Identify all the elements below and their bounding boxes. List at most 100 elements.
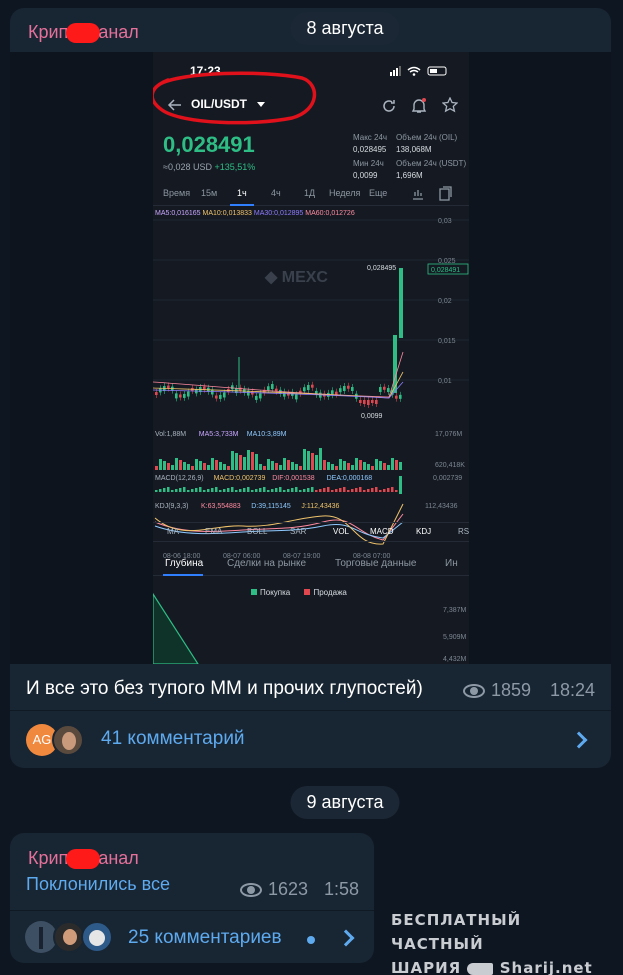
volume-bar — [395, 460, 398, 470]
macd-legend-item: DEA:0,000168 — [327, 475, 373, 482]
redaction-mark — [66, 849, 101, 870]
depth-tick: 4,432M — [443, 656, 467, 663]
macd-bar — [371, 488, 374, 492]
avatar — [52, 724, 84, 756]
message-time: 1:58 — [324, 879, 360, 899]
volume-bar — [171, 465, 174, 470]
macd-bar — [207, 489, 210, 492]
macd-bar — [347, 490, 350, 492]
volume-bar — [235, 453, 238, 470]
volume-bar — [399, 462, 402, 470]
y-tick-label: 0,02 — [438, 298, 452, 305]
volume-bar — [323, 460, 326, 470]
channel-name-suffix: анал — [98, 22, 139, 42]
depth-chart — [153, 592, 199, 664]
ind-vol: VOL — [333, 527, 350, 536]
y-tick-label: 0,015 — [438, 338, 456, 345]
ind-macd: MACD — [370, 527, 394, 536]
macd-bar — [295, 487, 298, 492]
date-separator: 8 августа — [290, 12, 400, 45]
macd-bar — [175, 489, 178, 492]
volume-bar — [167, 463, 170, 470]
volume-bar — [379, 461, 382, 470]
macd-bar — [203, 490, 206, 492]
macd-bar — [155, 490, 158, 492]
view-count: 1623 — [240, 879, 308, 900]
comments-button[interactable]: AG 41 комментарий — [10, 712, 611, 768]
chevron-right-icon — [570, 731, 588, 749]
volume-bar — [163, 461, 166, 470]
ind-sar: SAR — [290, 527, 307, 536]
volume-bar — [287, 460, 290, 470]
view-count: 1859 — [463, 680, 531, 701]
kdj-legend-item: KDJ(9,3,3) — [155, 503, 188, 510]
macd-bar — [351, 489, 354, 492]
volume-bar — [383, 463, 386, 470]
vol-legend-item: MA10:3,89M — [247, 431, 287, 438]
macd-bar — [355, 488, 358, 492]
macd-bar — [227, 488, 230, 492]
message-bubble[interactable]: Крип анал 17:23 OIL/USDT 0,028491 ≈0,028… — [10, 8, 611, 768]
channel-name[interactable]: Крип анал — [28, 22, 139, 44]
redaction-mark — [66, 23, 101, 44]
volume-bar — [223, 464, 226, 470]
volume-bar — [239, 455, 242, 470]
mexc-watermark: ◆ MEXC — [264, 269, 328, 286]
channel-name[interactable]: Крип анал — [28, 848, 139, 870]
photo-attachment[interactable]: 17:23 OIL/USDT 0,028491 ≈0,028 USD +135,… — [10, 52, 611, 664]
volume-bar — [359, 460, 362, 470]
macd-bar — [239, 489, 242, 492]
y-tick-label: 0,01 — [438, 378, 452, 385]
volume-bar — [211, 458, 214, 470]
macd-bar — [395, 490, 398, 492]
macd-bar — [343, 487, 346, 492]
ind-ema: EMA — [205, 527, 223, 536]
volume-bar — [327, 462, 330, 470]
comments-button[interactable]: 25 комментариев — [10, 910, 374, 963]
volume-bar — [255, 454, 258, 470]
message-bubble[interactable]: Крип анал Поклонились все 1623 1:58 25 ко… — [10, 833, 374, 963]
volume-bar — [339, 459, 342, 470]
ind-ma: MA — [167, 527, 179, 536]
kdj-tick-label: 112,43436 — [425, 503, 458, 510]
vol-tick-label: 620,418K — [435, 462, 465, 469]
volume-bar — [243, 457, 246, 470]
macd-bar — [215, 487, 218, 492]
volume-bar — [307, 451, 310, 470]
macd-bar — [367, 489, 370, 492]
macd-bar — [163, 488, 166, 492]
watermark-line2: ШАРИЯ Sharij.net — [391, 959, 593, 975]
macd-legend-item: MACD(12,26,9) — [155, 475, 204, 482]
macd-bar — [375, 487, 378, 492]
volume-bar — [183, 462, 186, 470]
tab-info: Ин — [445, 558, 458, 569]
macd-legend-item: MACD:0,002739 — [214, 475, 266, 482]
comments-count: 25 комментариев — [128, 927, 282, 948]
macd-bar — [191, 489, 194, 492]
macd-bar — [379, 490, 382, 492]
macd-bar — [335, 489, 338, 492]
channel-name-prefix: Крип — [28, 22, 69, 42]
volume-bar — [311, 453, 314, 470]
macd-bar — [327, 487, 330, 492]
watermark-line1: БЕСПЛАТНЫЙ ЧАСТНЫЙ — [391, 911, 522, 953]
tab-depth: Глубина — [165, 558, 204, 569]
macd-bar — [243, 488, 246, 492]
volume-bar — [227, 466, 230, 470]
macd-bar — [307, 488, 310, 492]
macd-bar — [195, 488, 198, 492]
macd-bar — [179, 488, 182, 492]
volume-bar — [335, 466, 338, 470]
eye-icon — [463, 684, 485, 699]
depth-tab-indicator — [163, 574, 203, 576]
chevron-right-icon — [337, 929, 355, 947]
volume-bar — [203, 463, 206, 470]
depth-tick: 5,909M — [443, 634, 467, 641]
volume-bar — [199, 461, 202, 470]
macd-bar — [339, 488, 342, 492]
ind-rsi: RS — [458, 527, 469, 536]
macd-bar — [199, 487, 202, 492]
tab-trading-data: Торговые данные — [335, 558, 417, 569]
volume-bar — [155, 466, 158, 470]
channel-name-prefix: Крип — [28, 848, 69, 868]
